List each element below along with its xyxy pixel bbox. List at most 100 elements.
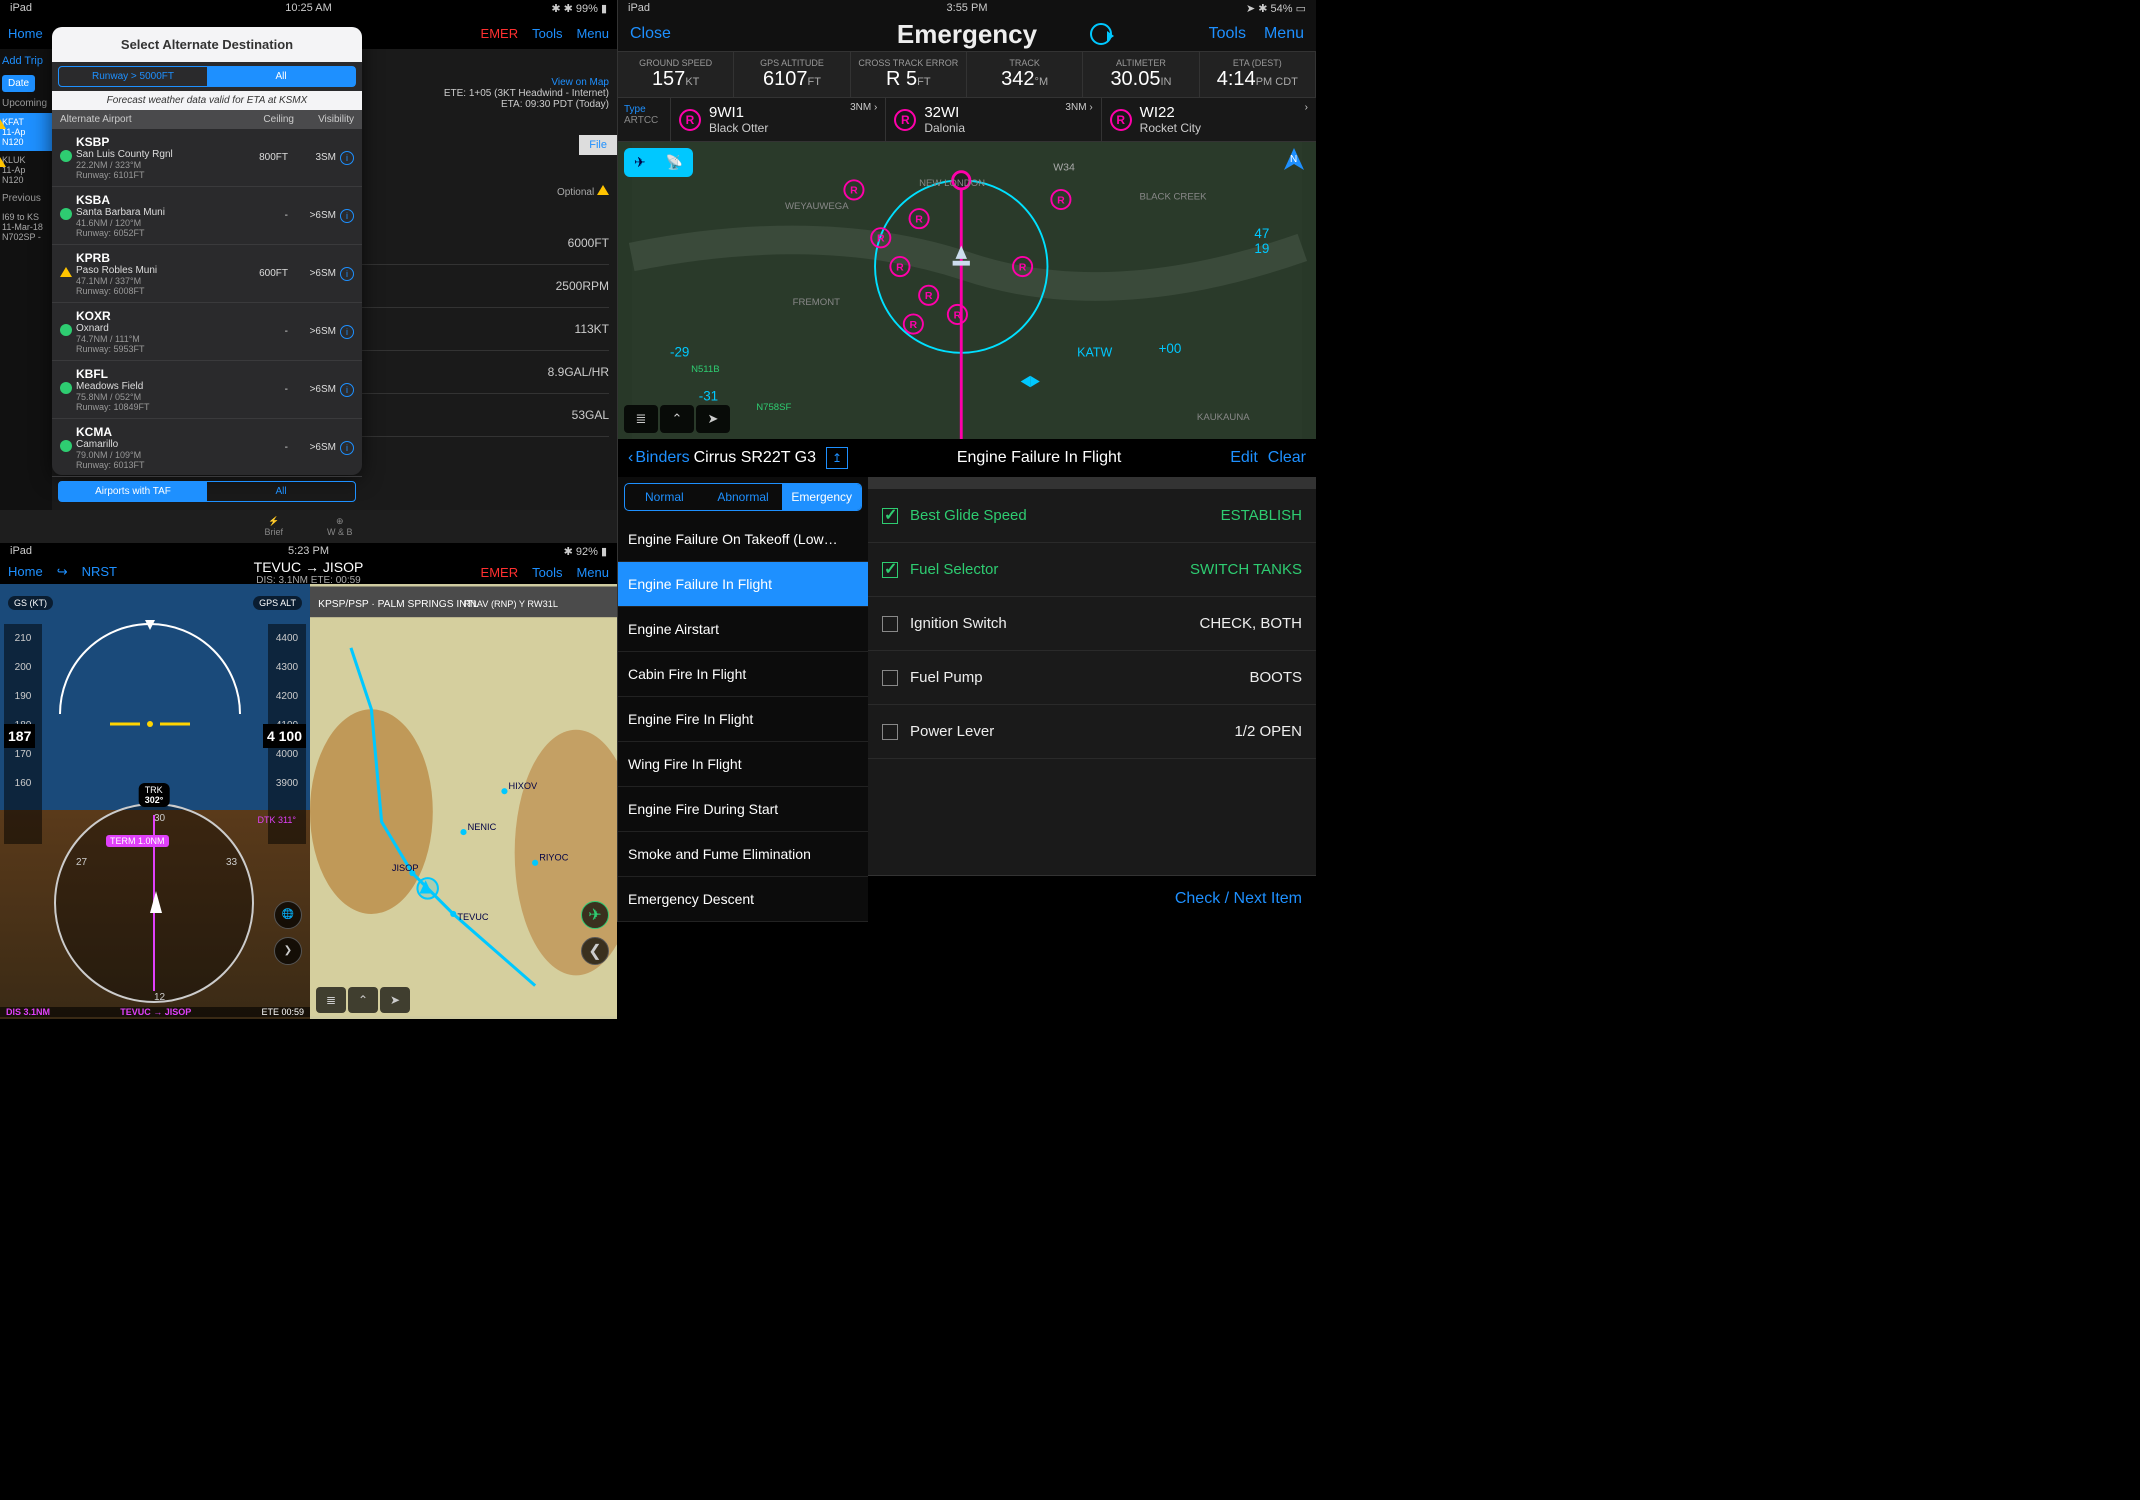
data-cell[interactable]: ETA (DEST)4:14PM CDT	[1200, 52, 1316, 97]
nearest-airport[interactable]: R9WI1Black Otter3NM ›	[670, 98, 885, 141]
info-icon[interactable]: i	[340, 267, 354, 281]
checkbox-icon[interactable]	[882, 724, 898, 740]
checklist-step[interactable]: Best Glide SpeedESTABLISH	[868, 489, 1316, 543]
layers-button[interactable]: ≣	[624, 405, 658, 433]
expand-button[interactable]: ❯	[274, 937, 302, 965]
checklist-step[interactable]: Power Lever1/2 OPEN	[868, 705, 1316, 759]
data-cell[interactable]: ALTIMETER30.05IN	[1083, 52, 1199, 97]
back-button[interactable]: ‹ Binders	[628, 449, 690, 467]
profile-button[interactable]: ⌃	[348, 987, 378, 1013]
northup-button[interactable]: ➤	[696, 405, 730, 433]
checkbox-icon[interactable]	[882, 562, 898, 578]
menu-button[interactable]: Menu	[1264, 25, 1304, 43]
checklist-item[interactable]: Engine Fire During Start	[618, 787, 868, 832]
home-button[interactable]: Home	[8, 26, 43, 41]
data-cell[interactable]: GROUND SPEED157KT	[618, 52, 734, 97]
alternate-airport-row[interactable]: KOXROxnard74.7NM / 111°MRunway: 5953FT -…	[52, 303, 362, 361]
alternate-airport-row[interactable]: KCMACamarillo79.0NM / 109°MRunway: 6013F…	[52, 419, 362, 477]
data-cell[interactable]: CROSS TRACK ERRORR 5FT	[851, 52, 967, 97]
north-indicator[interactable]: N	[1282, 148, 1306, 180]
alternate-airport-row[interactable]: KSBPSan Luis County Rgnl22.2NM / 323°MRu…	[52, 129, 362, 187]
warning-icon	[0, 117, 6, 129]
clear-button[interactable]: Clear	[1268, 449, 1306, 467]
data-cell[interactable]: GPS ALTITUDE6107FT	[734, 52, 850, 97]
alternate-airport-row[interactable]: KSBASanta Barbara Muni41.6NM / 120°MRunw…	[52, 187, 362, 245]
checklist-item[interactable]: Smoke and Fume Elimination	[618, 832, 868, 877]
svg-text:R: R	[877, 233, 885, 245]
traffic-button[interactable]: ✈	[581, 901, 609, 929]
menu-button[interactable]: Menu	[576, 26, 609, 41]
check-next-button[interactable]: Check / Next Item	[868, 875, 1316, 922]
checklist-tab-segment[interactable]: Normal Abnormal Emergency	[624, 483, 862, 511]
sidebar: Add Trip Date Upcoming KFAT11-ApN120 KLU…	[0, 49, 52, 510]
info-icon[interactable]: i	[340, 151, 354, 165]
checkbox-icon[interactable]	[882, 670, 898, 686]
emer-button[interactable]: EMER	[481, 565, 519, 580]
nearest-airport[interactable]: R32WIDalonia3NM ›	[885, 98, 1100, 141]
taf-filter-segment[interactable]: Airports with TAF All	[58, 481, 356, 502]
checklist-step[interactable]: Fuel PumpBOOTS	[868, 651, 1316, 705]
brief-tab[interactable]: ⚡Brief	[264, 516, 283, 537]
svg-text:TEVUC: TEVUC	[457, 912, 489, 922]
checklist-item[interactable]: Emergency Descent	[618, 877, 868, 922]
map-mode-toggle[interactable]: ✈📡	[624, 148, 693, 177]
nav-bar: Home ↪ NRST TEVUC → JISOP DIS: 3.1NM ETE…	[0, 560, 617, 584]
tools-button[interactable]: Tools	[532, 565, 562, 580]
add-trip-button[interactable]: Add Trip	[0, 49, 52, 73]
sectional-chart-map[interactable]: KPSP/PSP · PALM SPRINGS INTL RNAV (RNP) …	[310, 584, 617, 1019]
close-button[interactable]: Close	[630, 25, 671, 43]
data-cell[interactable]: TRACK342°M	[967, 52, 1083, 97]
collapse-button[interactable]: ❮	[581, 937, 609, 965]
alternate-airport-row[interactable]: KPRBPaso Robles Muni47.1NM / 337°MRunway…	[52, 245, 362, 303]
trip-item[interactable]: I69 to KS11-Mar-18N702SP -	[0, 208, 52, 246]
svg-text:R: R	[925, 290, 933, 302]
tools-button[interactable]: Tools	[1209, 25, 1246, 43]
svg-text:RIYOC: RIYOC	[539, 853, 569, 863]
date-button[interactable]: Date	[2, 75, 35, 92]
home-button[interactable]: Home	[8, 564, 43, 580]
menu-button[interactable]: Menu	[576, 565, 609, 580]
checklist-item[interactable]: Engine Failure In Flight	[618, 562, 868, 607]
globe-button[interactable]: 🌐	[274, 901, 302, 929]
dto-icon[interactable]: ↪	[57, 564, 68, 580]
checklist-step[interactable]: Ignition SwitchCHECK, BOTH	[868, 597, 1316, 651]
nearest-airport[interactable]: RWI22Rocket City ›	[1101, 98, 1316, 141]
checkbox-icon[interactable]	[882, 508, 898, 524]
info-icon[interactable]: i	[340, 209, 354, 223]
svg-text:NENIC: NENIC	[468, 822, 497, 832]
svg-text:R: R	[1019, 261, 1027, 273]
checklist-step[interactable]: Fuel SelectorSWITCH TANKS	[868, 543, 1316, 597]
emergency-map[interactable]: RRRRRRRRR KATW W34 BLACK CREEK FREMONT N…	[618, 142, 1316, 439]
checklist-categories: Normal Abnormal Emergency Engine Failure…	[618, 477, 868, 922]
checkbox-icon[interactable]	[882, 616, 898, 632]
trip-item[interactable]: KLUK11-ApN120	[0, 151, 52, 189]
profile-button[interactable]: ⌃	[660, 405, 694, 433]
checklist-item[interactable]: Engine Fire In Flight	[618, 697, 868, 742]
northup-button[interactable]: ➤	[380, 987, 410, 1013]
nrst-button[interactable]: NRST	[82, 564, 117, 580]
share-icon[interactable]: ↥	[826, 447, 848, 469]
edit-button[interactable]: Edit	[1230, 449, 1258, 467]
emer-button[interactable]: EMER	[481, 26, 519, 41]
checklist-item[interactable]: Engine Failure On Takeoff (Low…	[618, 517, 868, 562]
runway-filter-segment[interactable]: Runway > 5000FT All	[58, 66, 356, 87]
status-bar: iPad 3:55 PM ➤ ✱ 54% ▭	[618, 0, 1316, 17]
synthetic-vision-pfd[interactable]: GS (KT) GPS ALT 210200190180170160 187 4…	[0, 584, 310, 1019]
airport-icon: ✈	[624, 148, 656, 177]
info-icon[interactable]: i	[340, 441, 354, 455]
svg-text:N: N	[1290, 154, 1297, 165]
info-icon[interactable]: i	[340, 383, 354, 397]
wb-tab[interactable]: ⊕W & B	[327, 516, 353, 537]
checklist-item[interactable]: Cabin Fire In Flight	[618, 652, 868, 697]
type-selector[interactable]: Type ARTCC	[618, 98, 670, 141]
status-bar: iPad 5:23 PM ✱ 92% ▮	[0, 543, 617, 560]
svg-text:KAUKAUNA: KAUKAUNA	[1197, 412, 1250, 423]
alternate-airport-row[interactable]: KBFLMeadows Field75.8NM / 052°MRunway: 1…	[52, 361, 362, 419]
tools-button[interactable]: Tools	[532, 26, 562, 41]
checklist-item[interactable]: Engine Airstart	[618, 607, 868, 652]
info-icon[interactable]: i	[340, 325, 354, 339]
checklist-item[interactable]: Wing Fire In Flight	[618, 742, 868, 787]
layers-button[interactable]: ≣	[316, 987, 346, 1013]
file-button[interactable]: File	[579, 135, 617, 155]
trip-item[interactable]: KFAT11-ApN120	[0, 113, 52, 151]
